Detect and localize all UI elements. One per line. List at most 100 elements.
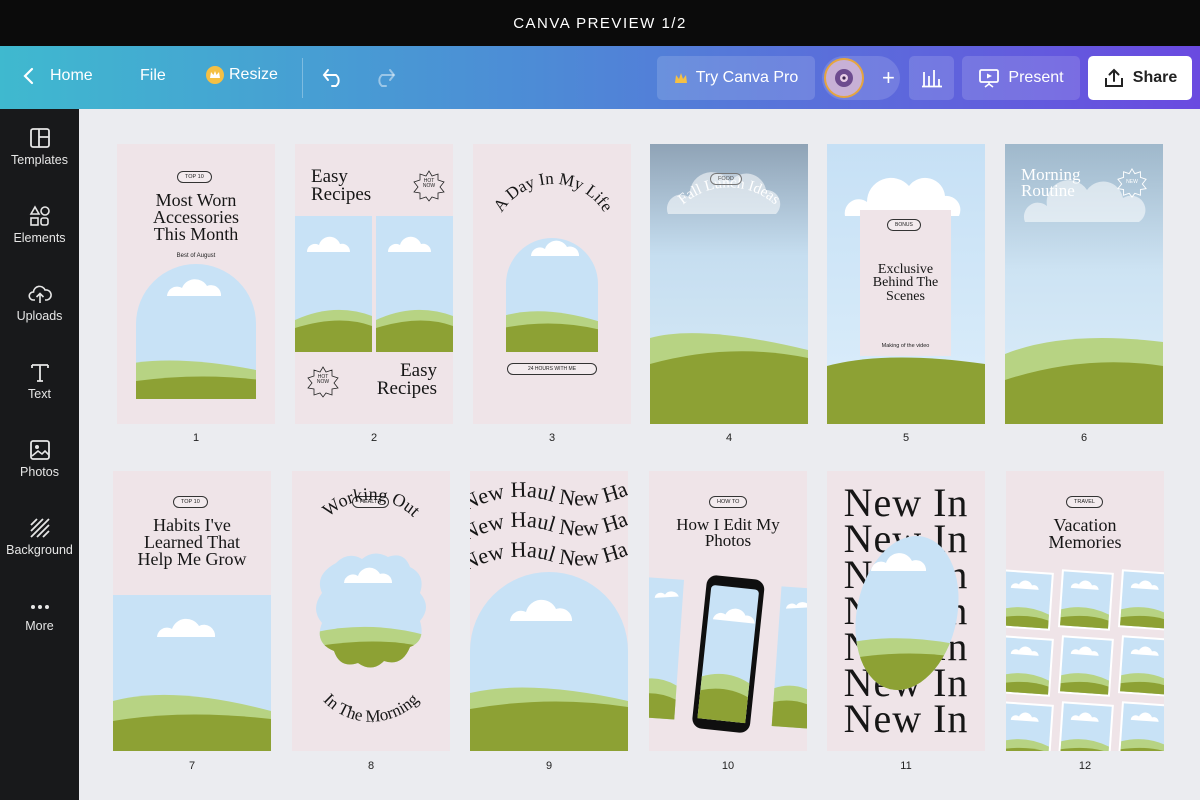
title-line: Exclusive bbox=[877, 262, 934, 277]
page-thumbnail-3[interactable]: A Day In My Life 24 HOURS WITH ME bbox=[473, 144, 631, 424]
sidebar-item-label: Background bbox=[6, 543, 73, 557]
chevron-left-icon bbox=[23, 67, 34, 85]
arrow-indicator: → bbox=[366, 715, 376, 726]
tag-badge: FOOD bbox=[710, 173, 742, 185]
landscape-with-cloud: Fall Lunch Ideas bbox=[650, 172, 808, 424]
window-title-bar: CANVA PREVIEW 1/2 bbox=[0, 0, 1200, 46]
avatar[interactable] bbox=[824, 58, 864, 98]
share-icon bbox=[1104, 68, 1123, 87]
page-number: 9 bbox=[545, 760, 553, 772]
title-line: Recipes bbox=[311, 184, 372, 206]
page-number: 7 bbox=[188, 760, 196, 772]
grid-photo bbox=[1057, 569, 1114, 631]
page-thumbnail-7[interactable]: TOP 10 Habits I've Learned That Help Me … bbox=[113, 471, 271, 751]
elements-icon bbox=[29, 205, 50, 226]
page-thumbnail-12[interactable]: TRAVEL Vacation Memories bbox=[1006, 471, 1164, 751]
page-thumbnail-10[interactable]: HOW TO How I Edit My Photos bbox=[649, 471, 807, 751]
insights-button[interactable] bbox=[909, 56, 954, 100]
badge-text: NEW bbox=[1126, 179, 1138, 185]
more-icon bbox=[30, 605, 49, 609]
tag-badge: BONUS bbox=[887, 219, 921, 231]
split-landscape-images bbox=[295, 216, 453, 352]
photos-icon bbox=[29, 440, 50, 460]
page-number: 5 bbox=[902, 432, 910, 444]
page-thumbnail-6[interactable]: Morning Routine NEW bbox=[1005, 144, 1163, 424]
grid-photo bbox=[1006, 569, 1054, 631]
page-number: 1 bbox=[192, 432, 200, 444]
file-menu-button[interactable]: File bbox=[140, 67, 166, 85]
arc-titles-and-wavy-image: Working Out In The Morning bbox=[316, 484, 426, 726]
share-button[interactable]: Share bbox=[1088, 56, 1192, 100]
page-number: 3 bbox=[548, 432, 556, 444]
sidebar-item-elements[interactable]: Elements bbox=[0, 205, 79, 245]
page-thumbnail-11[interactable]: New In New In New In New In New In New I… bbox=[827, 471, 985, 751]
present-button[interactable]: Present bbox=[962, 56, 1080, 100]
undo-icon[interactable] bbox=[322, 66, 346, 88]
text-icon bbox=[30, 364, 49, 382]
page-subtitle: Making of the video bbox=[881, 343, 930, 349]
home-button[interactable]: Home bbox=[22, 66, 93, 86]
title-line: Scenes bbox=[886, 288, 925, 304]
wavy-text-line: New Haul New Haul Ne bbox=[470, 471, 628, 515]
share-label: Share bbox=[1132, 69, 1178, 86]
tag-badge: 24 HOURS WITH ME bbox=[507, 363, 597, 375]
resize-label: Resize bbox=[229, 66, 278, 83]
title-line: Behind The bbox=[872, 275, 939, 291]
bar-chart-icon bbox=[921, 70, 942, 88]
badge-text: HOT NOW bbox=[307, 375, 339, 385]
page-thumbnail-2[interactable]: Easy Recipes HOT NOW HOT NOW Easy Recipe… bbox=[295, 144, 453, 424]
arc-title-and-arch-image: A Day In My Life bbox=[489, 169, 617, 352]
sidebar-item-templates[interactable]: Templates bbox=[0, 127, 79, 167]
page-thumbnail-1[interactable]: TOP 10 Most Worn Accessories This Month … bbox=[117, 144, 275, 424]
sidebar-item-more[interactable]: More bbox=[0, 599, 79, 633]
present-icon bbox=[979, 69, 1000, 88]
wavy-text-and-arch-image: New Haul New Haul Ne New Haul New Haul N… bbox=[470, 471, 628, 751]
grid-photo bbox=[1057, 701, 1114, 751]
sidebar-item-text[interactable]: Text bbox=[0, 361, 79, 401]
grid-photo bbox=[1006, 635, 1054, 697]
page-title: Exclusive Behind The Scenes bbox=[860, 262, 951, 304]
toolbar-divider bbox=[302, 58, 303, 98]
page-number: 12 bbox=[1078, 760, 1092, 772]
uploads-icon bbox=[27, 285, 52, 303]
sidebar-item-label: Photos bbox=[20, 465, 59, 479]
tag-badge: TOP 10 bbox=[173, 496, 208, 508]
sidebar-item-background[interactable]: Background bbox=[0, 517, 79, 557]
redo-icon[interactable] bbox=[372, 66, 396, 88]
window-title: CANVA PREVIEW 1/2 bbox=[513, 14, 687, 32]
crown-icon bbox=[206, 66, 224, 84]
badge-line: NOW bbox=[316, 379, 330, 385]
resize-button[interactable]: Resize bbox=[206, 66, 278, 84]
editor-toolbar: Home File Resize Try Canva Pro + Present… bbox=[0, 46, 1200, 109]
try-canva-pro-button[interactable]: Try Canva Pro bbox=[657, 56, 815, 100]
page-number: 11 bbox=[900, 760, 912, 772]
sidebar-item-label: Uploads bbox=[16, 309, 63, 323]
home-label: Home bbox=[50, 67, 93, 84]
add-collaborator-button[interactable]: + bbox=[882, 65, 895, 91]
templates-icon bbox=[29, 128, 50, 148]
sidebar-item-label: Templates bbox=[11, 153, 68, 167]
grid-photo bbox=[1057, 635, 1114, 697]
grid-photo bbox=[1117, 701, 1164, 751]
page-number: 8 bbox=[367, 760, 375, 772]
arc-title: A Day In My Life bbox=[489, 169, 616, 215]
badge-text: HOT NOW bbox=[413, 179, 445, 189]
present-label: Present bbox=[1008, 69, 1064, 86]
sidebar-item-label: Elements bbox=[13, 231, 66, 245]
page-thumbnail-9[interactable]: New Haul New Haul Ne New Haul New Haul N… bbox=[470, 471, 628, 751]
page-thumbnail-5[interactable]: BONUS Exclusive Behind The Scenes Making… bbox=[827, 144, 985, 424]
sidebar-item-photos[interactable]: Photos bbox=[0, 439, 79, 479]
arc-title-top: Working Out bbox=[319, 484, 425, 521]
page-title: Habits I've Learned That Help Me Grow bbox=[113, 516, 271, 568]
page-thumbnail-4[interactable]: Fall Lunch Ideas FOOD bbox=[650, 144, 808, 424]
title-line: Recipes bbox=[376, 378, 437, 400]
page-thumbnail-8[interactable]: HEALTH Working Out In The Morning → bbox=[292, 471, 450, 751]
sidebar-item-uploads[interactable]: Uploads bbox=[0, 283, 79, 323]
background-icon bbox=[29, 518, 50, 538]
page-title: Easy Recipes bbox=[311, 167, 372, 206]
title-line: Routine bbox=[1021, 181, 1075, 201]
landscape-image bbox=[113, 595, 271, 751]
page-number: 6 bbox=[1080, 432, 1088, 444]
grid-photo bbox=[1117, 635, 1164, 697]
left-sidebar: Templates Elements Uploads Text Photos B… bbox=[0, 109, 79, 800]
